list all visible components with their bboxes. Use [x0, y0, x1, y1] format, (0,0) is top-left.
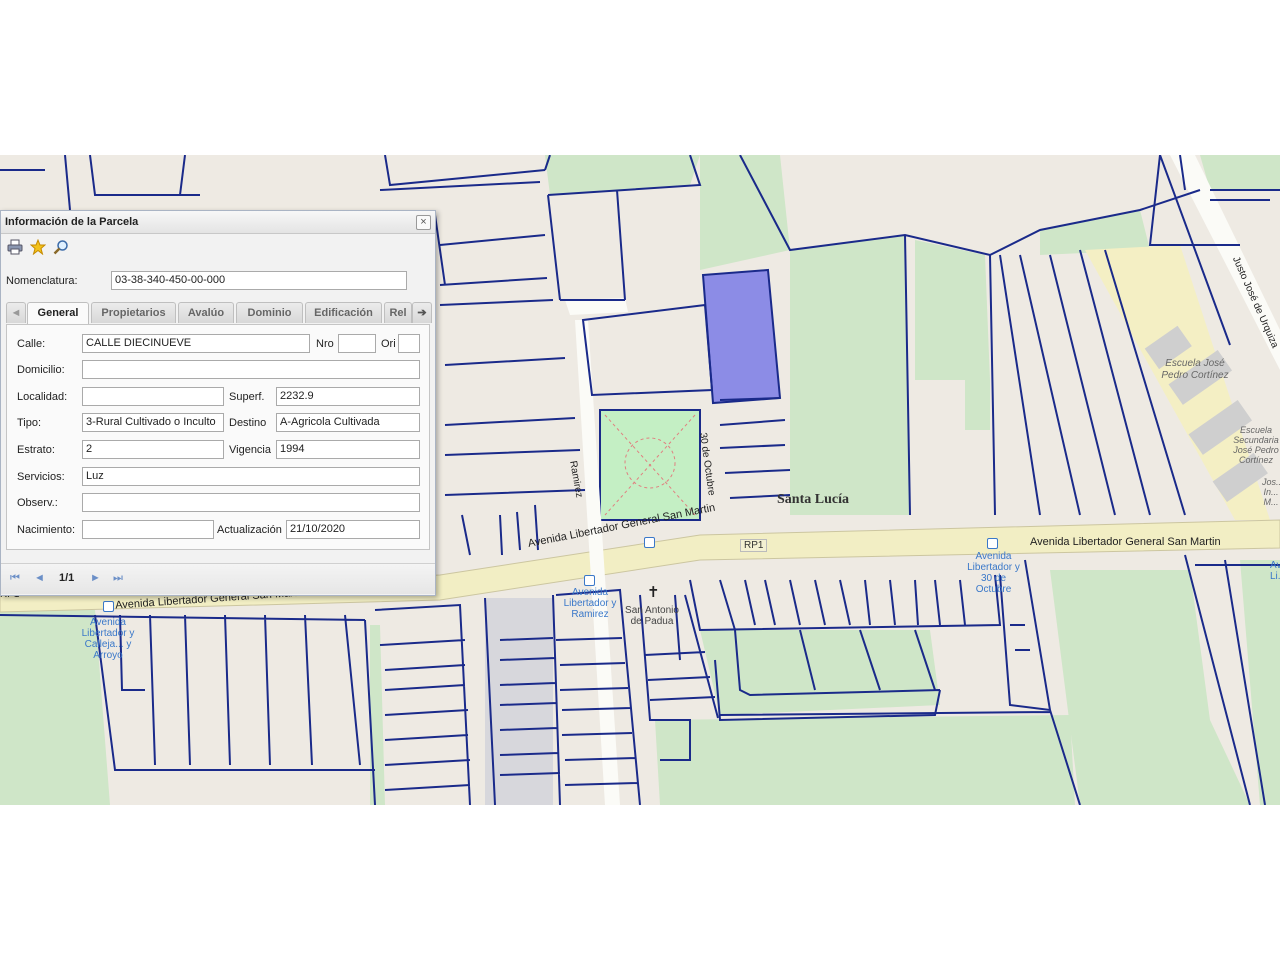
- vigencia-label: Vigencia: [229, 444, 271, 456]
- superficie-field[interactable]: 2232.9: [276, 387, 420, 406]
- actualizacion-label: Actualización: [217, 524, 282, 536]
- school-label: Escuela José Pedro Cortínez: [1161, 358, 1229, 381]
- printer-icon: [7, 239, 23, 255]
- bus-stop-icon[interactable]: [644, 537, 655, 548]
- place-label-santa-lucia: Santa Lucía: [777, 492, 849, 507]
- localidad-field[interactable]: [82, 387, 224, 406]
- close-button[interactable]: ×: [416, 215, 431, 230]
- magnifier-icon: [53, 240, 68, 255]
- general-tab-panel: Calle: CALLE DIECINUEVE Nro Ori Domicili…: [6, 324, 430, 550]
- bus-stop-icon[interactable]: [103, 601, 114, 612]
- tab-edificacion[interactable]: Edificación: [305, 302, 382, 323]
- nomenclatura-label: Nomenclatura:: [6, 275, 78, 287]
- servicios-label: Servicios:: [17, 471, 65, 483]
- nacimiento-label: Nacimiento:: [17, 524, 76, 536]
- route-shield: RP1: [740, 539, 768, 552]
- star-icon: [29, 238, 47, 256]
- tab-scroll-left-icon[interactable]: ◄: [6, 302, 26, 323]
- ori-label: Ori: [381, 338, 396, 350]
- last-page-icon[interactable]: ⏭: [113, 572, 123, 585]
- bus-stop-label-2: Avenida Libertador y Ramirez: [563, 587, 617, 620]
- tab-scroll-right-icon[interactable]: ➔: [412, 302, 432, 323]
- nomenclatura-field[interactable]: 03-38-340-450-00-000: [111, 271, 407, 290]
- panel-title: Información de la Parcela: [5, 216, 139, 228]
- tipo-label: Tipo:: [17, 417, 42, 429]
- panel-header[interactable]: Información de la Parcela ×: [1, 211, 435, 234]
- page-indicator: 1/1: [59, 572, 75, 584]
- tab-avaluo[interactable]: Avalúo: [178, 302, 234, 323]
- bus-stop-icon[interactable]: [987, 538, 998, 549]
- nro-field[interactable]: [338, 334, 376, 353]
- localidad-label: Localidad:: [17, 391, 68, 403]
- tab-rel[interactable]: Rel: [384, 302, 412, 323]
- domicilio-field[interactable]: [82, 360, 420, 379]
- ori-field[interactable]: [398, 334, 420, 353]
- calle-label: Calle:: [17, 338, 46, 350]
- parcel-info-panel: Información de la Parcela × Nomenclatura…: [0, 210, 436, 596]
- print-button[interactable]: [7, 239, 23, 255]
- actualizacion-field[interactable]: 21/10/2020: [286, 520, 420, 539]
- bus-stop-label-3: Avenida Libertador y 30 de Octubre: [967, 551, 1020, 595]
- vigencia-field[interactable]: 1994: [276, 440, 420, 459]
- observaciones-label: Observ.:: [17, 497, 58, 509]
- tipo-field[interactable]: 3-Rural Cultivado o Inculto: [82, 413, 224, 432]
- bus-stop-icon[interactable]: [584, 575, 595, 586]
- nro-label: Nro: [316, 338, 334, 350]
- estrato-field[interactable]: 2: [82, 440, 224, 459]
- church-icon[interactable]: ✝: [647, 583, 660, 601]
- pagination-bar: ⏮ ◄ 1/1 ► ⏭: [1, 563, 435, 594]
- nacimiento-field[interactable]: [82, 520, 214, 539]
- servicios-field[interactable]: Luz: [82, 467, 420, 486]
- favorite-button[interactable]: [29, 238, 47, 256]
- school-label-tertiary: Jos... In... M...: [1262, 477, 1280, 507]
- first-page-icon[interactable]: ⏮: [10, 572, 20, 585]
- estrato-label: Estrato:: [17, 444, 55, 456]
- destino-label: Destino: [229, 417, 267, 429]
- tab-dominio[interactable]: Dominio: [236, 302, 303, 323]
- calle-field[interactable]: CALLE DIECINUEVE: [82, 334, 310, 353]
- prev-page-icon[interactable]: ◄: [34, 572, 45, 584]
- church-label: San Antonio de Padua: [625, 605, 679, 627]
- road-label-right: Avenida Libertador General San Martin: [1030, 536, 1221, 548]
- observaciones-field[interactable]: [82, 493, 420, 512]
- domicilio-label: Domicilio:: [17, 364, 65, 376]
- tab-propietarios[interactable]: Propietarios: [91, 302, 176, 323]
- superficie-label: Superf.: [229, 391, 265, 403]
- zoom-button[interactable]: [53, 239, 69, 255]
- bus-stop-label-4: Av... Li...: [1270, 560, 1280, 582]
- next-page-icon[interactable]: ►: [90, 572, 101, 584]
- tab-strip: ◄ General Propietarios Avalúo Dominio Ed…: [6, 302, 432, 324]
- bus-stop-label-1: Avenida Libertador y Calleja... y Arroyo: [81, 617, 135, 661]
- destino-field[interactable]: A-Agricola Cultivada: [276, 413, 420, 432]
- tab-general[interactable]: General: [27, 302, 89, 324]
- school-label-secondary: Escuela Secundaria José Pedro Cortínez: [1233, 425, 1279, 465]
